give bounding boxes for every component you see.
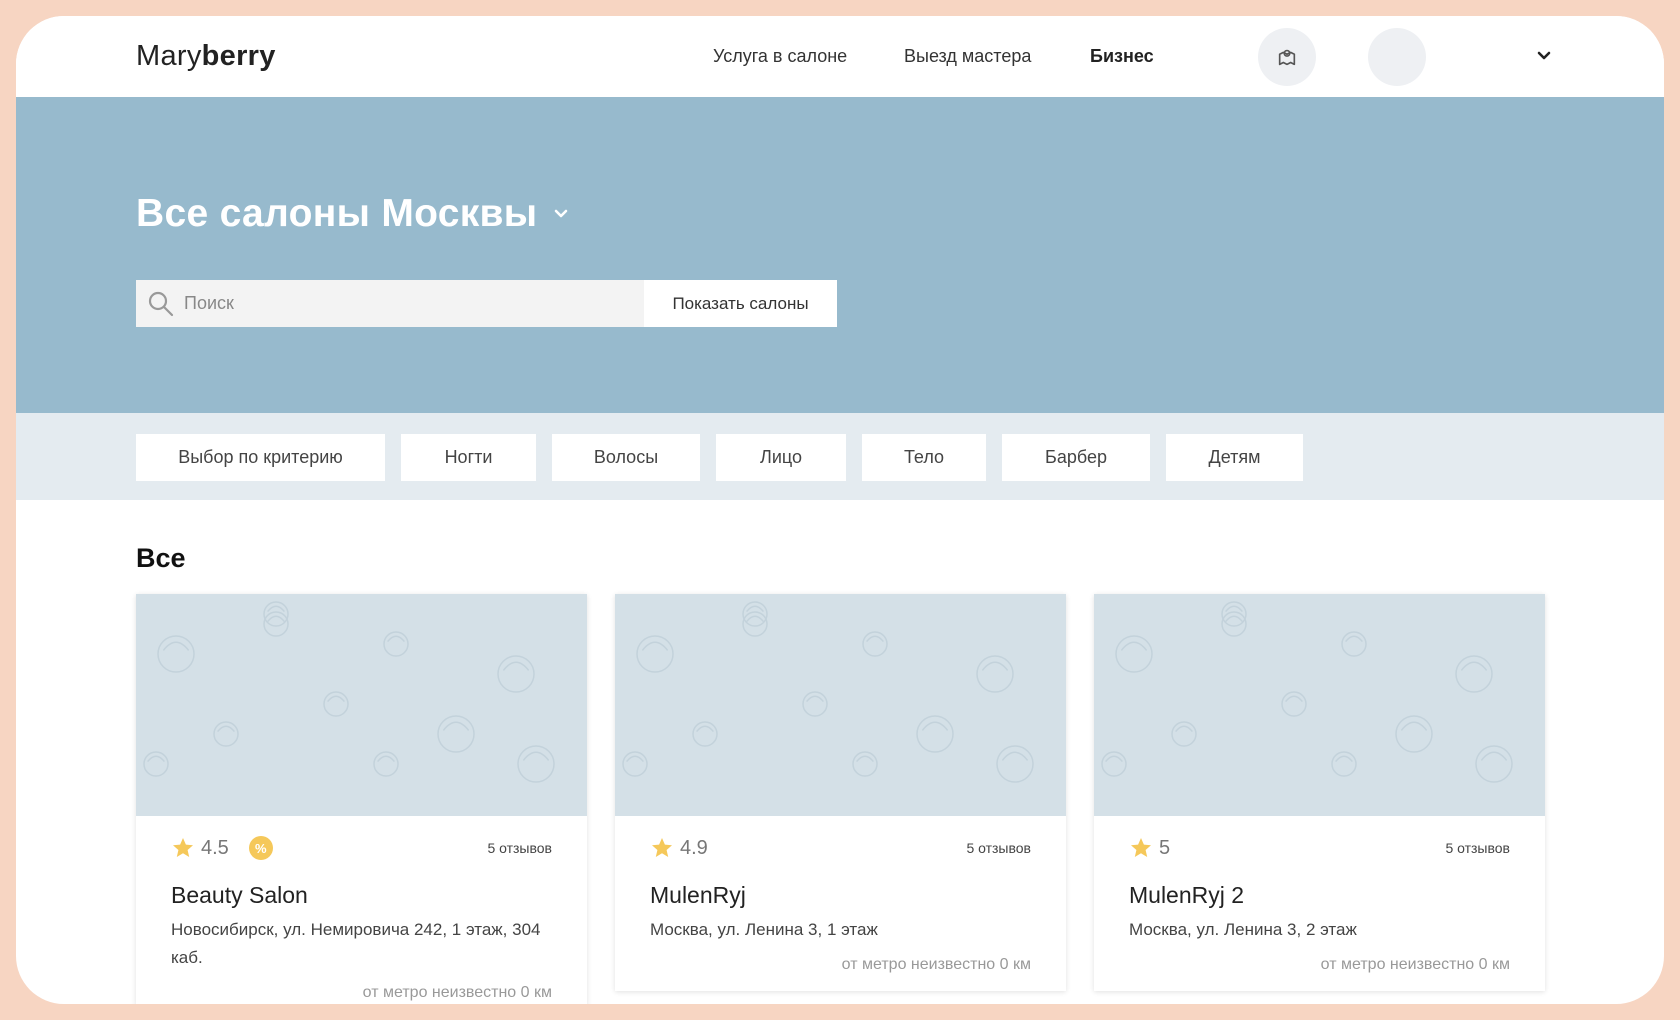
map-button[interactable] — [1258, 28, 1316, 86]
hero-banner: Все салоны Москвы Показать салоны — [16, 97, 1664, 413]
face-pattern-icon — [692, 721, 718, 747]
face-pattern-icon — [373, 751, 399, 777]
rating-value: 4.5 — [201, 836, 229, 859]
metro-distance: от метро неизвестно 0 км — [1320, 956, 1510, 973]
metro-distance: от метро неизвестно 0 км — [841, 956, 1031, 973]
chevron-down-icon[interactable] — [1534, 46, 1554, 66]
pattern-decoration — [622, 601, 1034, 783]
salon-image-placeholder — [136, 594, 587, 816]
filter-body[interactable]: Тело — [862, 434, 986, 481]
rating-value: 5 — [1159, 836, 1171, 859]
star-icon — [1131, 838, 1151, 857]
search-input[interactable] — [176, 280, 644, 327]
face-pattern-icon — [157, 635, 195, 673]
section-title: Все — [136, 543, 186, 573]
filter-kids[interactable]: Детям — [1166, 434, 1303, 481]
face-pattern-icon — [1475, 745, 1513, 783]
filter-nails[interactable]: Ногти — [401, 434, 536, 481]
metro-distance: от метро неизвестно 0 км — [362, 984, 552, 1001]
face-pattern-icon — [497, 655, 535, 693]
face-pattern-icon — [1171, 721, 1197, 747]
salon-name: MulenRyj 2 — [1129, 882, 1245, 908]
face-pattern-icon — [622, 751, 648, 777]
category-filters: Выбор по критерию Ногти Волосы Лицо Тело… — [16, 413, 1664, 500]
salon-address: Москва, ул. Ленина 3, 1 этаж — [650, 920, 878, 939]
nav-master-visit[interactable]: Выезд мастера — [904, 46, 1031, 67]
logo-bold: berry — [201, 40, 276, 72]
face-pattern-icon — [517, 745, 555, 783]
face-pattern-icon — [263, 611, 289, 637]
reviews-count[interactable]: 5 отзывов — [1445, 840, 1510, 856]
salon-card[interactable]: 4.5 % 5 отзывов Beauty Salon Новосибирск… — [136, 594, 587, 1004]
filter-face[interactable]: Лицо — [716, 434, 846, 481]
show-salons-button[interactable]: Показать салоны — [644, 280, 837, 327]
face-pattern-icon — [802, 691, 828, 717]
face-pattern-icon — [1221, 601, 1247, 627]
salon-image-placeholder — [1094, 594, 1545, 816]
face-pattern-icon — [383, 631, 409, 657]
avatar[interactable] — [1368, 28, 1426, 86]
face-pattern-icon — [862, 631, 888, 657]
map-pin-icon — [1278, 49, 1296, 66]
nav-salon-service[interactable]: Услуга в салоне — [713, 46, 847, 67]
salon-name: MulenRyj — [650, 882, 746, 908]
salon-address: Москва, ул. Ленина 3, 2 этаж — [1129, 920, 1357, 939]
salon-card[interactable]: 5 5 отзывов MulenRyj 2 Москва, ул. Ленин… — [1094, 594, 1545, 991]
pattern-decoration — [1101, 601, 1513, 783]
face-pattern-icon — [1281, 691, 1307, 717]
face-pattern-icon — [1395, 715, 1433, 753]
app-frame: Maryberry Услуга в салоне Выезд мастера … — [16, 16, 1664, 1004]
filter-hair[interactable]: Волосы — [552, 434, 700, 481]
salon-image-placeholder — [615, 594, 1066, 816]
face-pattern-icon — [636, 635, 674, 673]
face-pattern-icon — [742, 611, 768, 637]
star-icon — [652, 838, 672, 857]
face-pattern-icon — [323, 691, 349, 717]
nav-business[interactable]: Бизнес — [1090, 46, 1154, 67]
logo[interactable]: Maryberry — [136, 40, 276, 73]
face-pattern-icon — [213, 721, 239, 747]
filter-criteria[interactable]: Выбор по критерию — [136, 434, 385, 481]
rating-value: 4.9 — [680, 836, 708, 859]
star-icon — [173, 838, 193, 857]
rating: 4.9 — [650, 836, 708, 860]
salon-card[interactable]: 4.9 5 отзывов MulenRyj Москва, ул. Ленин… — [615, 594, 1066, 991]
search-icon — [148, 291, 174, 316]
city-selector[interactable]: Все салоны Москвы — [136, 192, 571, 236]
face-pattern-icon — [996, 745, 1034, 783]
salon-address: Новосибирск, ул. Немировича 242, 1 этаж,… — [171, 920, 541, 967]
pattern-decoration — [143, 601, 555, 783]
logo-light: Mary — [136, 40, 202, 72]
face-pattern-icon — [916, 715, 954, 753]
search-box — [136, 280, 644, 327]
face-pattern-icon — [143, 751, 169, 777]
salon-name: Beauty Salon — [171, 882, 308, 908]
rating: 4.5 % — [171, 836, 273, 860]
filter-barber[interactable]: Барбер — [1002, 434, 1150, 481]
page-title: Все салоны Москвы — [136, 192, 538, 235]
reviews-count[interactable]: 5 отзывов — [487, 840, 552, 856]
face-pattern-icon — [1331, 751, 1357, 777]
face-pattern-icon — [1341, 631, 1367, 657]
face-pattern-icon — [263, 601, 289, 627]
face-pattern-icon — [1221, 611, 1247, 637]
face-pattern-icon — [742, 601, 768, 627]
chevron-down-icon — [555, 209, 568, 218]
discount-icon: % — [248, 836, 273, 860]
face-pattern-icon — [852, 751, 878, 777]
rating: 5 — [1129, 836, 1170, 860]
reviews-count[interactable]: 5 отзывов — [966, 840, 1031, 856]
face-pattern-icon — [1455, 655, 1493, 693]
face-pattern-icon — [1101, 751, 1127, 777]
top-header: Maryberry Услуга в салоне Выезд мастера … — [16, 16, 1664, 97]
face-pattern-icon — [437, 715, 475, 753]
face-pattern-icon — [1115, 635, 1153, 673]
face-pattern-icon — [976, 655, 1014, 693]
